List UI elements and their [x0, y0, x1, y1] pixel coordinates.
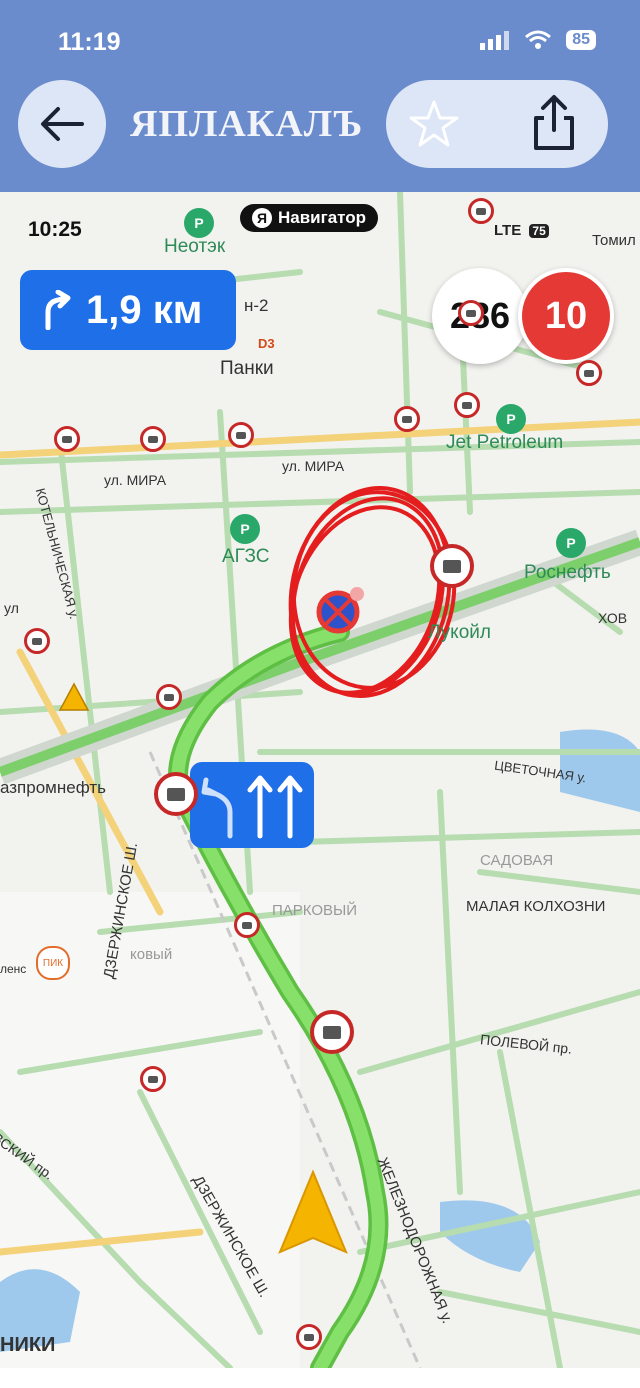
- map-label: Jet Petroleum: [446, 432, 564, 453]
- camera-icon[interactable]: [140, 426, 166, 452]
- yandex-logo-icon: Я: [252, 208, 272, 228]
- camera-icon[interactable]: [54, 426, 80, 452]
- map-label: Панки: [220, 358, 274, 379]
- metro-label: D3: [258, 336, 275, 351]
- wifi-icon: [525, 30, 552, 49]
- map-label: НИКИ: [0, 1334, 56, 1356]
- navigator-map[interactable]: 10:25 Я Навигатор LTE 75 1,9 км 286 10 P…: [0, 192, 640, 1368]
- map-label: Лукойл: [428, 622, 491, 643]
- gas-station-icon[interactable]: P: [556, 528, 586, 558]
- navigator-network: LTE 75: [494, 222, 549, 239]
- street-label: ул. МИРА: [104, 472, 167, 488]
- pik-logo-icon[interactable]: ПИК: [36, 946, 70, 980]
- camera-icon[interactable]: [458, 300, 484, 326]
- maneuver-card[interactable]: 1,9 км: [20, 270, 236, 350]
- map-label: Томил: [592, 232, 636, 249]
- action-pill: [386, 80, 608, 168]
- turn-right-arrow-icon: [45, 290, 71, 330]
- navigator-battery: 75: [529, 224, 549, 238]
- map-label: ПАРКОВЫЙ: [272, 902, 358, 919]
- camera-icon[interactable]: [140, 1066, 166, 1092]
- street-label: ул. МИРА: [282, 458, 345, 474]
- lane-guidance: [190, 762, 314, 848]
- gas-station-icon[interactable]: P: [496, 404, 526, 434]
- map-label: САДОВАЯ: [480, 852, 554, 869]
- camera-icon[interactable]: [154, 772, 198, 816]
- map-label: АГЗС: [222, 546, 270, 567]
- street-label: МАЛАЯ КОЛХОЗНИ: [466, 898, 606, 915]
- camera-icon[interactable]: [430, 544, 474, 588]
- share-icon[interactable]: [526, 92, 582, 154]
- camera-icon[interactable]: [228, 422, 254, 448]
- map-label: ковый: [130, 946, 173, 963]
- camera-icon[interactable]: [24, 628, 50, 654]
- navigator-badge-label: Навигатор: [278, 208, 367, 227]
- navigator-app-badge: Я Навигатор: [240, 204, 379, 232]
- gas-station-icon[interactable]: P: [230, 514, 260, 544]
- app-header: 11:19 85 ЯПЛАКАЛЪ: [0, 0, 640, 192]
- camera-icon[interactable]: [576, 360, 602, 386]
- battery-indicator: 85: [566, 30, 596, 50]
- navigator-time: 10:25: [28, 218, 82, 241]
- back-button[interactable]: [18, 80, 106, 168]
- speed-limit: 10: [518, 268, 614, 364]
- street-label: ХОВ: [598, 610, 628, 626]
- camera-icon[interactable]: [156, 684, 182, 710]
- camera-icon[interactable]: [296, 1324, 322, 1350]
- star-icon[interactable]: [406, 96, 462, 152]
- status-time: 11:19: [58, 28, 121, 56]
- street-label: ул: [4, 600, 19, 616]
- camera-icon[interactable]: [454, 392, 480, 418]
- status-indicators: 85: [480, 30, 596, 50]
- map-label: ленс: [0, 962, 27, 976]
- map-label: Роснефть: [524, 562, 611, 583]
- camera-icon[interactable]: [310, 1010, 354, 1054]
- site-logo[interactable]: ЯПЛАКАЛЪ: [130, 102, 363, 146]
- camera-icon[interactable]: [394, 406, 420, 432]
- network-label: LTE: [494, 222, 522, 239]
- camera-icon[interactable]: [234, 912, 260, 938]
- arrow-left-icon: [41, 107, 84, 141]
- gas-station-icon[interactable]: P: [184, 208, 214, 238]
- map-label: н-2: [244, 296, 269, 315]
- maneuver-distance: 1,9 км: [86, 287, 203, 332]
- map-label: Неотэк: [164, 236, 226, 257]
- map-label: азпромнефть: [0, 778, 106, 797]
- camera-icon[interactable]: [468, 198, 494, 224]
- signal-icon: [480, 31, 510, 50]
- lane-arrows-icon: [201, 775, 303, 839]
